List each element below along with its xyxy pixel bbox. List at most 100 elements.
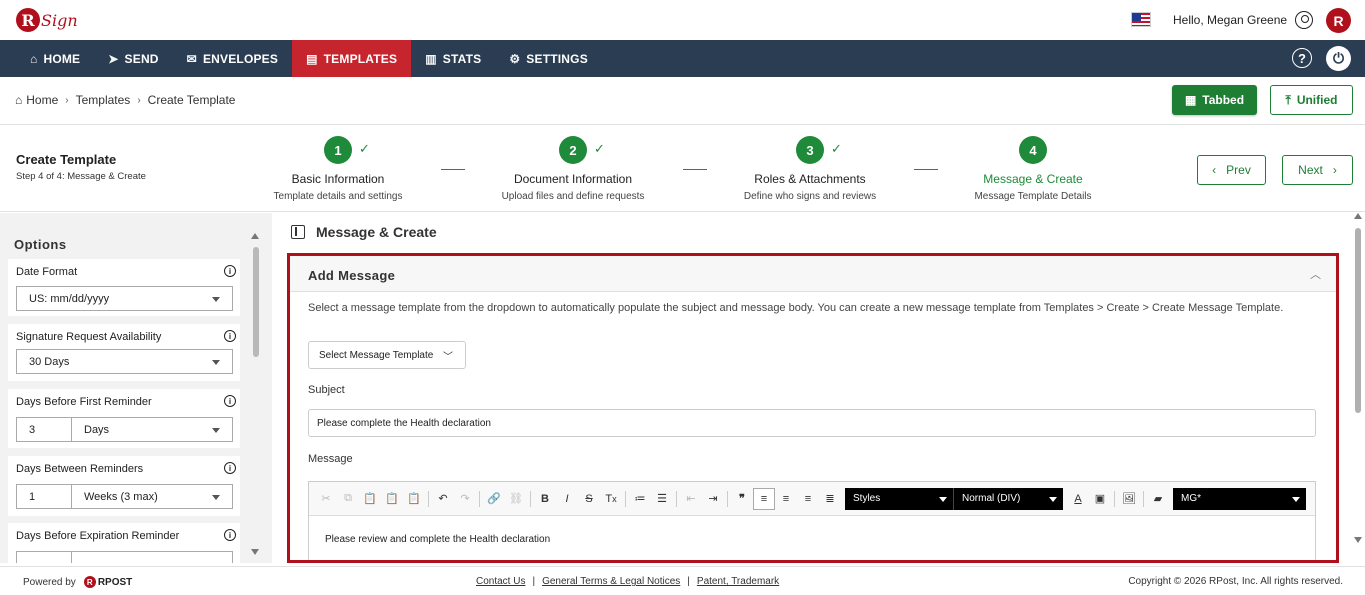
- contact-us-link[interactable]: Contact Us: [476, 576, 525, 587]
- first-reminder-label: Days Before First Reminder: [16, 396, 152, 408]
- expiration-reminder-option: Days Before Expiration Reminder i: [8, 523, 240, 563]
- align-right-icon[interactable]: ≡: [797, 488, 819, 510]
- info-icon[interactable]: i: [224, 395, 236, 407]
- styles-dropdown[interactable]: Styles: [845, 487, 953, 510]
- justify-icon[interactable]: ≣: [819, 488, 841, 510]
- nav-send[interactable]: ➤ SEND: [94, 40, 172, 77]
- home-icon: ⌂: [15, 93, 23, 107]
- scroll-thumb[interactable]: [1355, 228, 1361, 413]
- undo-icon[interactable]: ↶: [432, 488, 454, 510]
- between-reminders-unit: Weeks (3 max): [84, 490, 158, 503]
- paste-word-icon[interactable]: 📋: [403, 488, 425, 510]
- user-profile-icon[interactable]: [1295, 11, 1313, 29]
- editor-toolbar: ✂ ⧉ 📋 📋 📋 ↶ ↷ 🔗 ⛓ B I S Tx ≔ ☰ ⇤ ⇥ ❞ ≡ ≡: [309, 482, 1315, 516]
- message-template-select-label: Select Message Template: [319, 349, 434, 361]
- breadcrumb-row: ⌂ Home › Templates › Create Template ▦ Ta…: [0, 77, 1365, 125]
- remove-format-icon[interactable]: Tx: [600, 488, 622, 510]
- info-icon[interactable]: i: [224, 265, 236, 277]
- numbered-list-icon[interactable]: ≔: [629, 488, 651, 510]
- unified-view-button[interactable]: ⤒ Unified: [1270, 85, 1353, 115]
- main-scrollbar[interactable]: [1353, 213, 1363, 543]
- message-template-select[interactable]: Select Message Template ﹀: [308, 341, 466, 369]
- scroll-down-icon[interactable]: [1354, 537, 1362, 543]
- date-format-value: US: mm/dd/yyyy: [29, 292, 110, 305]
- strikethrough-icon[interactable]: S: [578, 488, 600, 510]
- nav-home[interactable]: ⌂ HOME: [16, 40, 94, 77]
- powered-by: Powered by R RPOST: [23, 576, 132, 588]
- info-icon[interactable]: i: [224, 462, 236, 474]
- breadcrumb-home[interactable]: Home: [26, 93, 58, 107]
- step-description: Upload files and define requests: [501, 191, 645, 202]
- unlink-icon[interactable]: ⛓: [505, 488, 527, 510]
- breadcrumb-templates[interactable]: Templates: [76, 93, 131, 107]
- prev-button[interactable]: ‹ Prev: [1197, 155, 1266, 185]
- scroll-up-icon[interactable]: [251, 233, 259, 239]
- message-editor[interactable]: ✂ ⧉ 📋 📋 📋 ↶ ↷ 🔗 ⛓ B I S Tx ≔ ☰ ⇤ ⇥ ❞ ≡ ≡: [308, 481, 1316, 560]
- copy-icon[interactable]: ⧉: [337, 488, 359, 510]
- indent-icon[interactable]: ⇥: [702, 488, 724, 510]
- panel-header[interactable]: Add Message ︿: [290, 256, 1336, 292]
- step-connector: [914, 169, 938, 170]
- patent-link[interactable]: Patent, Trademark: [697, 576, 779, 587]
- cut-icon[interactable]: ✂: [315, 488, 337, 510]
- between-reminders-number[interactable]: 1: [17, 485, 72, 508]
- paste-icon[interactable]: 📋: [359, 488, 381, 510]
- editor-body-text[interactable]: Please review and complete the Health de…: [325, 534, 550, 545]
- chevron-up-icon[interactable]: ︿: [1310, 266, 1321, 282]
- nav-envelopes[interactable]: ✉ ENVELOPES: [173, 40, 292, 77]
- rsign-logo[interactable]: R Sign: [16, 6, 78, 34]
- bulleted-list-icon[interactable]: ☰: [651, 488, 673, 510]
- sidebar-scrollbar[interactable]: [251, 233, 260, 555]
- power-icon[interactable]: ⏻: [1326, 46, 1351, 71]
- merge-group-dropdown[interactable]: MG*: [1173, 487, 1306, 510]
- text-color-icon[interactable]: A: [1067, 488, 1089, 510]
- align-center-icon[interactable]: ≡: [775, 488, 797, 510]
- next-button[interactable]: Next ›: [1282, 155, 1353, 185]
- expiration-reminder-number[interactable]: [17, 552, 72, 563]
- language-flag-icon[interactable]: [1131, 12, 1151, 27]
- rpost-logo[interactable]: R RPOST: [83, 576, 132, 588]
- step-number: 2: [559, 136, 587, 164]
- scroll-thumb[interactable]: [253, 247, 259, 357]
- collapse-sidebar-icon[interactable]: [291, 225, 305, 239]
- background-color-icon[interactable]: ▣: [1089, 488, 1111, 510]
- first-reminder-number[interactable]: 3: [17, 418, 72, 441]
- nav-stats[interactable]: ▥ STATS: [411, 40, 495, 77]
- availability-select[interactable]: 30 Days: [16, 349, 233, 374]
- info-icon[interactable]: i: [224, 529, 236, 541]
- terms-link[interactable]: General Terms & Legal Notices: [542, 576, 680, 587]
- footer-separator: |: [687, 576, 690, 587]
- scroll-up-icon[interactable]: [1354, 213, 1362, 219]
- link-icon[interactable]: 🔗: [483, 488, 505, 510]
- subject-input[interactable]: Please complete the Health declaration: [308, 409, 1316, 437]
- info-icon[interactable]: i: [224, 330, 236, 342]
- italic-icon[interactable]: I: [556, 488, 578, 510]
- first-reminder-select[interactable]: 3 Days: [16, 417, 233, 442]
- format-dropdown[interactable]: Normal (DIV): [953, 487, 1063, 510]
- merge-field-icon[interactable]: ▰: [1147, 488, 1169, 510]
- blockquote-icon[interactable]: ❞: [731, 488, 753, 510]
- align-left-icon[interactable]: ≡: [753, 487, 775, 510]
- between-reminders-select[interactable]: 1 Weeks (3 max): [16, 484, 233, 509]
- nav-settings[interactable]: ⚙ SETTINGS: [495, 40, 602, 77]
- page-title: Create Template: [16, 152, 117, 167]
- bold-icon[interactable]: B: [534, 488, 556, 510]
- avatar[interactable]: R: [1326, 8, 1351, 33]
- gear-icon: ⚙: [509, 51, 521, 66]
- paste-text-icon[interactable]: 📋: [381, 488, 403, 510]
- scroll-down-icon[interactable]: [251, 549, 259, 555]
- date-format-select[interactable]: US: mm/dd/yyyy: [16, 286, 233, 311]
- outdent-icon[interactable]: ⇤: [680, 488, 702, 510]
- toolbar-divider: [625, 490, 626, 507]
- rpost-logo-mark: R: [83, 576, 96, 588]
- expiration-reminder-select[interactable]: [16, 551, 233, 563]
- tabbed-view-button[interactable]: ▦ Tabbed: [1172, 85, 1257, 115]
- copyright: Copyright © 2026 RPost, Inc. All rights …: [1128, 576, 1343, 587]
- options-sidebar: Options Date Format i US: mm/dd/yyyy Sig…: [0, 213, 272, 563]
- image-icon[interactable]: 🖼: [1118, 488, 1140, 510]
- help-text: Select a message template from the dropd…: [308, 302, 1284, 314]
- nav-templates[interactable]: ▤ TEMPLATES: [292, 40, 412, 77]
- help-icon[interactable]: ?: [1292, 48, 1312, 68]
- redo-icon[interactable]: ↷: [454, 488, 476, 510]
- next-label: Next: [1298, 163, 1323, 177]
